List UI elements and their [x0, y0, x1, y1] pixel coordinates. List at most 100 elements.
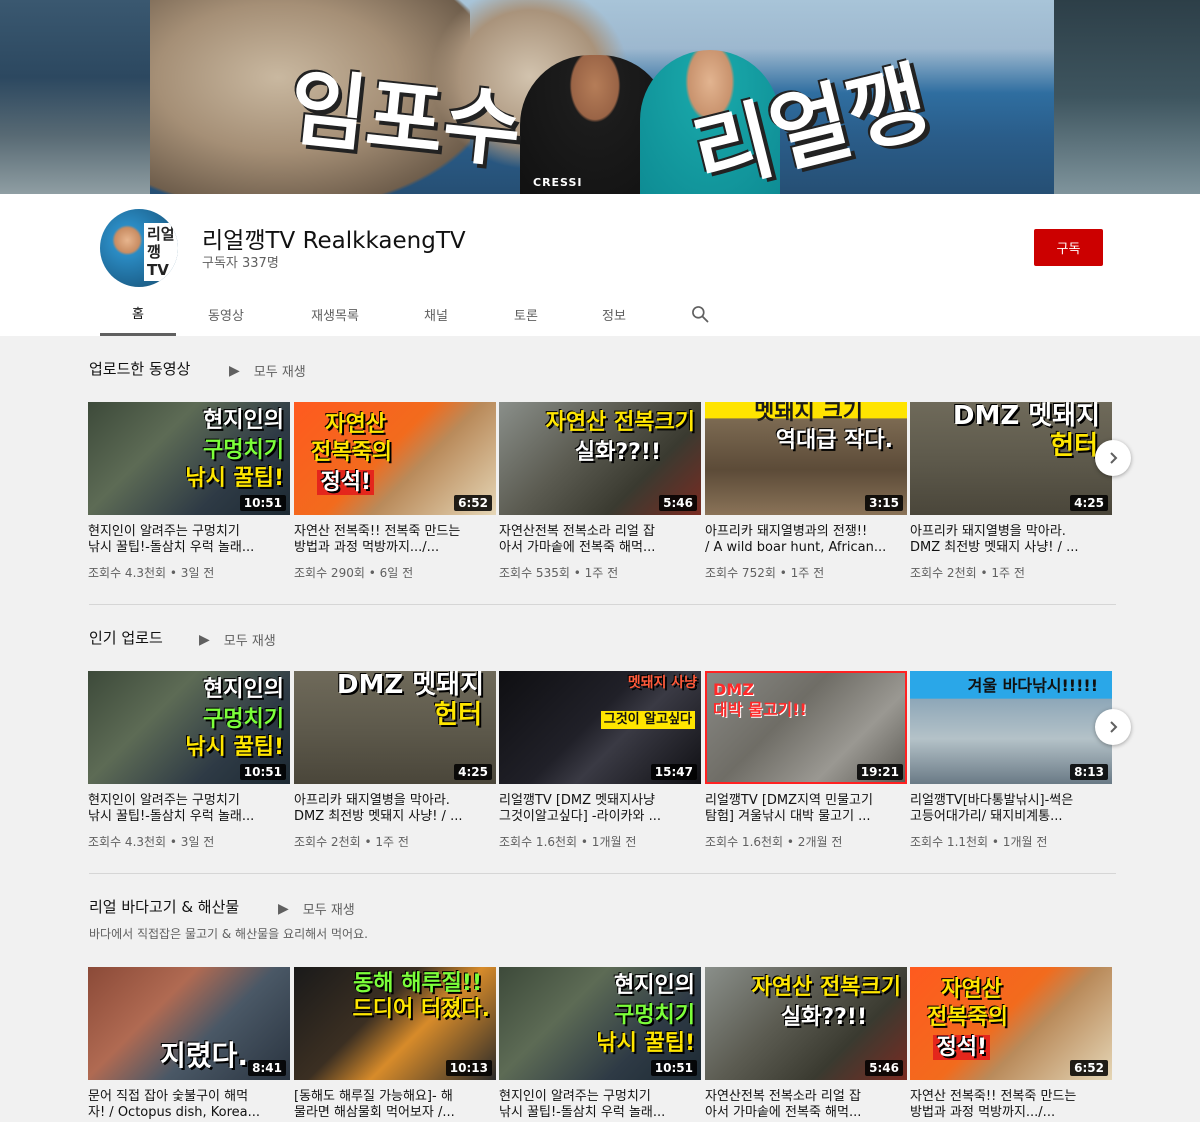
- video-card[interactable]: DMZ 멧돼지 헌터 4:25 아프리카 돼지열병을 막아라. DMZ 최전방 …: [910, 402, 1112, 581]
- video-duration: 5:46: [865, 1060, 903, 1076]
- thumbnail-text: 현지인의: [203, 408, 284, 433]
- play-icon: ▶: [229, 362, 240, 379]
- video-thumbnail[interactable]: 겨울 바다낚시!!!!! 8:13: [910, 671, 1112, 784]
- tab-discussion[interactable]: 토론: [496, 292, 556, 336]
- video-card[interactable]: DMZ 대박 물고기!! 19:21 리얼깽TV [DMZ지역 민물고기 탐험]…: [705, 671, 907, 850]
- video-title[interactable]: 현지인이 알려주는 구멍치기 낚시 꿀팁!-돌삼치 우럭 놀래...: [499, 1089, 701, 1121]
- play-all-button[interactable]: ▶ 모두 재생: [199, 630, 276, 650]
- video-title-line: 문어 직접 잡아 숯불구이 해먹: [88, 1089, 249, 1104]
- video-title[interactable]: 자연산 전복죽!! 전복죽 만드는 방법과 과정 먹방까지.../...: [910, 1089, 1112, 1121]
- video-title[interactable]: 리얼깽TV [DMZ지역 민물고기 탐험] 겨울낚시 대박 물고기 ...: [705, 793, 907, 825]
- video-title[interactable]: 아프리카 돼지열병을 막아라. DMZ 최전방 멧돼지 사냥! / ...: [294, 793, 496, 825]
- video-card[interactable]: 현지인의 구멍치기 낚시 꿀팁! 10:51 현지인이 알려주는 구멍치기 낚시…: [499, 967, 701, 1121]
- video-title-line: 자연산 전복죽!! 전복죽 만드는: [910, 1089, 1077, 1104]
- video-title-line: 그것이알고싶다] -라이카와 ...: [499, 809, 661, 824]
- video-card[interactable]: 자연산 전복크기 실화??!! 5:46 자연산전복 전복소라 리얼 잡 아서 …: [705, 967, 907, 1121]
- play-all-label: 모두 재생: [253, 365, 306, 380]
- video-card[interactable]: 현지인의 구멍치기 낚시 꿀팁! 10:51 현지인이 알려주는 구멍치기 낚시…: [88, 671, 290, 850]
- section-title-seafood: 리얼 바다고기 & 해산물: [89, 898, 240, 916]
- video-thumbnail[interactable]: 멧돼지 사냥 그것이 알고싶다 15:47: [499, 671, 701, 784]
- tab-home[interactable]: 홈: [100, 292, 176, 336]
- play-all-button[interactable]: ▶ 모두 재생: [278, 899, 355, 919]
- video-title[interactable]: 아프리카 돼지열병을 막아라. DMZ 최전방 멧돼지 사냥! / ...: [910, 524, 1112, 556]
- video-title[interactable]: 자연산전복 전복소라 리얼 잡 아서 가마솥에 전복죽 해먹...: [705, 1089, 907, 1121]
- next-arrow-button[interactable]: [1095, 440, 1131, 476]
- video-title[interactable]: 자연산 전복죽!! 전복죽 만드는 방법과 과정 먹방까지.../...: [294, 524, 496, 556]
- search-icon[interactable]: [690, 304, 710, 324]
- thumbnail-text: 정석!: [317, 470, 374, 495]
- section-divider: [89, 873, 1116, 874]
- video-card[interactable]: 자연산 전복죽의 정석! 6:52 자연산 전복죽!! 전복죽 만드는 방법과 …: [910, 967, 1112, 1121]
- thumbnail-text: 헌터: [434, 700, 482, 730]
- video-thumbnail[interactable]: 동해 해루질!! 드디어 터졌다. 10:13: [294, 967, 496, 1080]
- video-title-line: 낚시 꿀팁!-돌삼치 우럭 놀래...: [499, 1105, 666, 1120]
- video-thumbnail[interactable]: 현지인의 구멍치기 낚시 꿀팁! 10:51: [499, 967, 701, 1080]
- video-card[interactable]: 자연산 전복크기 실화??!! 5:46 자연산전복 전복소라 리얼 잡 아서 …: [499, 402, 701, 581]
- thumbnail-text: 대박 물고기!!: [713, 700, 807, 719]
- tab-videos[interactable]: 동영상: [190, 292, 262, 336]
- video-card[interactable]: 자연산 전복죽의 정석! 6:52 자연산 전복죽!! 전복죽 만드는 방법과 …: [294, 402, 496, 581]
- video-card[interactable]: 멧돼지 사냥 그것이 알고싶다 15:47 리얼깽TV [DMZ 멧돼지사냥 그…: [499, 671, 701, 850]
- video-title-line: 아프리카 돼지열병을 막아라.: [294, 793, 450, 808]
- video-thumbnail[interactable]: 자연산 전복죽의 정석! 6:52: [294, 402, 496, 515]
- video-title-line: 물라면 해삼물회 먹어보자 /...: [294, 1105, 455, 1120]
- video-title-line: [동해도 해루질 가능해요]- 해: [294, 1089, 453, 1104]
- video-thumbnail[interactable]: DMZ 대박 물고기!! 19:21: [705, 671, 907, 784]
- avatar[interactable]: 리얼깽TV: [100, 209, 178, 287]
- thumbnail-text: 실화??!!: [574, 440, 661, 465]
- thumbnail-text: 지렸다.: [160, 1039, 248, 1072]
- video-card[interactable]: 겨울 바다낚시!!!!! 8:13 리얼깽TV[바다통발낚시]-썩은 고등어대가…: [910, 671, 1112, 850]
- video-thumbnail[interactable]: DMZ 멧돼지 헌터 4:25: [294, 671, 496, 784]
- video-title-line: 자연산전복 전복소라 리얼 잡: [705, 1089, 861, 1104]
- video-thumbnail[interactable]: 지렸다. 8:41: [88, 967, 290, 1080]
- thumbnail-text: DMZ: [713, 680, 754, 699]
- video-title[interactable]: 리얼깽TV [DMZ 멧돼지사냥 그것이알고싶다] -라이카와 ...: [499, 793, 701, 825]
- video-thumbnail[interactable]: 자연산 전복크기 실화??!! 5:46: [705, 967, 907, 1080]
- thumbnail-text: 멧돼지 크기: [754, 402, 863, 425]
- subscribe-button[interactable]: 구독: [1034, 229, 1103, 266]
- video-thumbnail[interactable]: 자연산 전복죽의 정석! 6:52: [910, 967, 1112, 1080]
- video-title[interactable]: 현지인이 알려주는 구멍치기 낚시 꿀팁!-돌삼치 우럭 놀래...: [88, 524, 290, 556]
- video-duration: 10:51: [239, 764, 286, 780]
- video-title[interactable]: 문어 직접 잡아 숯불구이 해먹 자! / Octopus dish, Kore…: [88, 1089, 290, 1121]
- video-title[interactable]: 현지인이 알려주는 구멍치기 낚시 꿀팁!-돌삼치 우럭 놀래...: [88, 793, 290, 825]
- thumbnail-text: 멧돼지 사냥: [627, 675, 697, 691]
- thumbnail-text: 실화??!!: [780, 1005, 867, 1030]
- video-title-line: 아서 가마솥에 전복죽 해먹...: [705, 1105, 862, 1120]
- video-duration: 10:13: [445, 1060, 492, 1076]
- video-card[interactable]: 지렸다. 8:41 문어 직접 잡아 숯불구이 해먹 자! / Octopus …: [88, 967, 290, 1121]
- play-all-button[interactable]: ▶ 모두 재생: [229, 361, 306, 381]
- next-arrow-button[interactable]: [1095, 709, 1131, 745]
- video-thumbnail[interactable]: 현지인의 구멍치기 낚시 꿀팁! 10:51: [88, 671, 290, 784]
- video-card[interactable]: 현지인의 구멍치기 낚시 꿀팁! 10:51 현지인이 알려주는 구멍치기 낚시…: [88, 402, 290, 581]
- video-card[interactable]: DMZ 멧돼지 헌터 4:25 아프리카 돼지열병을 막아라. DMZ 최전방 …: [294, 671, 496, 850]
- thumbnail-text: 그것이 알고싶다: [600, 711, 695, 729]
- video-thumbnail[interactable]: 멧돼지 크기 역대급 작다. 3:15: [705, 402, 907, 515]
- video-title-line: 현지인이 알려주는 구멍치기: [499, 1089, 651, 1104]
- video-duration: 8:13: [1070, 764, 1108, 780]
- video-card[interactable]: 멧돼지 크기 역대급 작다. 3:15 아프리카 돼지열병과의 전쟁!! / A…: [705, 402, 907, 581]
- video-duration: 6:52: [454, 495, 492, 511]
- subscriber-count: 구독자 337명: [202, 256, 279, 271]
- video-title-line: 리얼깽TV [DMZ지역 민물고기: [705, 793, 873, 808]
- video-title-line: DMZ 최전방 멧돼지 사냥! / ...: [910, 540, 1079, 555]
- tab-playlists[interactable]: 재생목록: [292, 292, 378, 336]
- tab-channels[interactable]: 채널: [406, 292, 466, 336]
- video-duration: 6:52: [1070, 1060, 1108, 1076]
- video-thumbnail[interactable]: DMZ 멧돼지 헌터 4:25: [910, 402, 1112, 515]
- thumbnail-text: 역대급 작다.: [775, 428, 893, 453]
- video-title[interactable]: [동해도 해루질 가능해요]- 해 물라면 해삼물회 먹어보자 /...: [294, 1089, 496, 1121]
- video-title-line: 리얼깽TV[바다통발낚시]-썩은: [910, 793, 1074, 808]
- thumbnail-text: 현지인의: [614, 973, 695, 998]
- play-all-label: 모두 재생: [223, 634, 276, 649]
- video-title[interactable]: 아프리카 돼지열병과의 전쟁!! / A wild boar hunt, Afr…: [705, 524, 907, 556]
- video-title[interactable]: 리얼깽TV[바다통발낚시]-썩은 고등어대가리/ 돼지비계통...: [910, 793, 1112, 825]
- video-meta: 조회수 752회 • 1주 전: [705, 566, 825, 580]
- banner-title-left: 임포수: [284, 57, 526, 180]
- tab-about[interactable]: 정보: [584, 292, 644, 336]
- video-card[interactable]: 동해 해루질!! 드디어 터졌다. 10:13 [동해도 해루질 가능해요]- …: [294, 967, 496, 1121]
- video-thumbnail[interactable]: 현지인의 구멍치기 낚시 꿀팁! 10:51: [88, 402, 290, 515]
- video-title[interactable]: 자연산전복 전복소라 리얼 잡 아서 가마솥에 전복죽 해먹...: [499, 524, 701, 556]
- video-thumbnail[interactable]: 자연산 전복크기 실화??!! 5:46: [499, 402, 701, 515]
- video-title-line: 자연산전복 전복소라 리얼 잡: [499, 524, 655, 539]
